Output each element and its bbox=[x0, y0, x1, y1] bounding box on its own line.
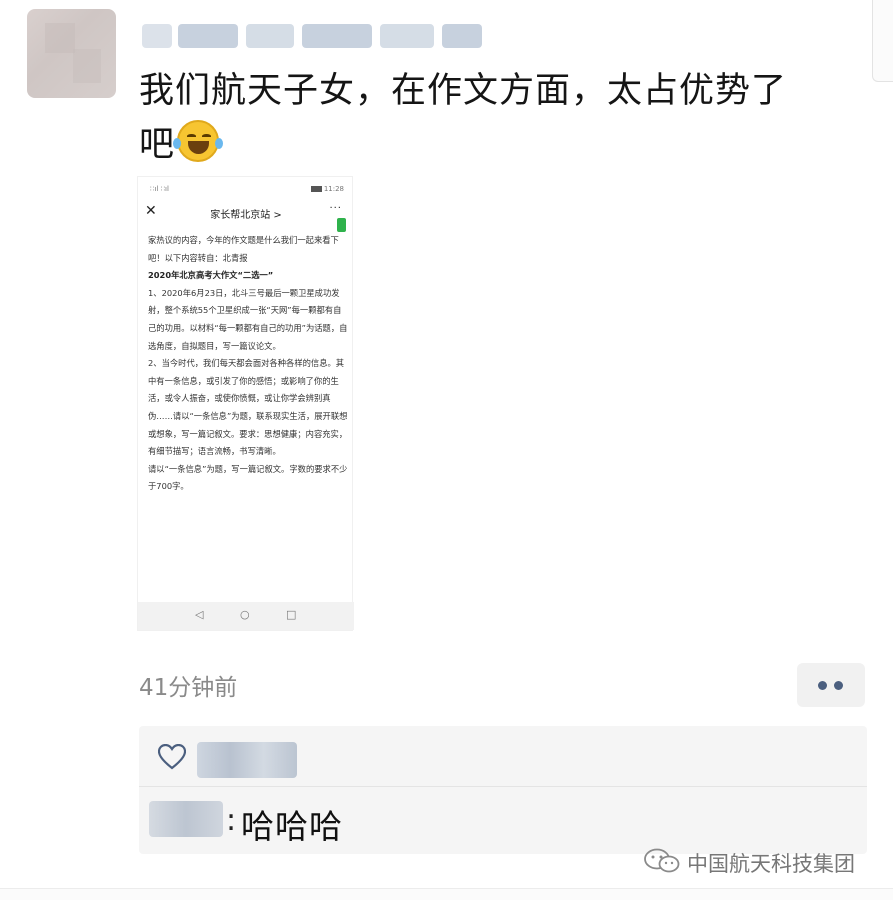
post-timestamp: 41分钟前 bbox=[139, 675, 238, 701]
battery-icon bbox=[311, 186, 322, 192]
embedded-screenshot[interactable]: ∷ıl ∷ıl 11:28 ✕ 家长帮北京站 > ··· 家热议的内容，今年的作… bbox=[137, 176, 354, 631]
comment-colon: : bbox=[226, 803, 237, 838]
article-heading: 2020年北京高考大作文“二选一” bbox=[148, 270, 274, 281]
signal-icon: ∷ıl ∷ıl bbox=[150, 185, 169, 193]
phone-header: ✕ 家长帮北京站 > ··· bbox=[138, 203, 354, 232]
post-text-line1: 我们航天子女，在作文方面，太占优势了 bbox=[139, 71, 788, 111]
watermark-text: 中国航天科技集团 bbox=[687, 852, 855, 876]
bottom-divider bbox=[0, 888, 893, 900]
back-icon: ◁ bbox=[195, 608, 204, 621]
article-paragraph: 家热议的内容，今年的作文题是什么我们一起来看下吧！以下内容转自：北青报 bbox=[148, 235, 339, 263]
phone-time: 11:28 bbox=[323, 185, 344, 193]
post-text-line2: 吧 bbox=[139, 125, 176, 165]
watermark: 中国航天科技集团 bbox=[643, 846, 873, 876]
home-icon: ○ bbox=[240, 608, 250, 621]
commenter-name-blurred[interactable] bbox=[149, 801, 223, 837]
username-blurred[interactable] bbox=[142, 18, 484, 54]
article-paragraph: 1、2020年6月23日，北斗三号最后一颗卫星成功发射，整个系统55个卫星织成一… bbox=[148, 287, 348, 351]
more-icon: ··· bbox=[329, 203, 342, 214]
scrollbar[interactable] bbox=[872, 0, 893, 82]
badge-icon bbox=[337, 218, 346, 232]
article-paragraph: 2、当今时代，我们每天都会面对各种各样的信息。其中有一条信息，或引发了你的感悟；… bbox=[148, 358, 348, 457]
laughing-tears-emoji-icon bbox=[173, 120, 224, 162]
phone-status-bar: ∷ıl ∷ıl 11:28 bbox=[138, 177, 354, 197]
likes-row bbox=[139, 726, 867, 787]
heart-icon bbox=[158, 744, 186, 770]
more-dot-icon bbox=[834, 681, 843, 690]
phone-title: 家长帮北京站 > bbox=[210, 210, 282, 221]
wechat-icon bbox=[644, 848, 680, 873]
recent-apps-icon: □ bbox=[286, 608, 297, 621]
liker-name-blurred[interactable] bbox=[197, 742, 297, 778]
more-dot-icon bbox=[818, 681, 827, 690]
post-text: 我们航天子女，在作文方面，太占优势了 吧 bbox=[139, 64, 839, 172]
phone-nav-bar: ◁ ○ □ bbox=[138, 602, 354, 630]
phone-article: 家热议的内容，今年的作文题是什么我们一起来看下吧！以下内容转自：北青报 2020… bbox=[148, 232, 348, 496]
article-paragraph: 请以“一条信息”为题，写一篇记叙文。字数的要求不少于700字。 bbox=[148, 463, 348, 492]
more-options-button[interactable] bbox=[797, 663, 865, 707]
avatar[interactable] bbox=[27, 9, 116, 98]
comment-text: 哈哈哈 bbox=[241, 807, 343, 846]
